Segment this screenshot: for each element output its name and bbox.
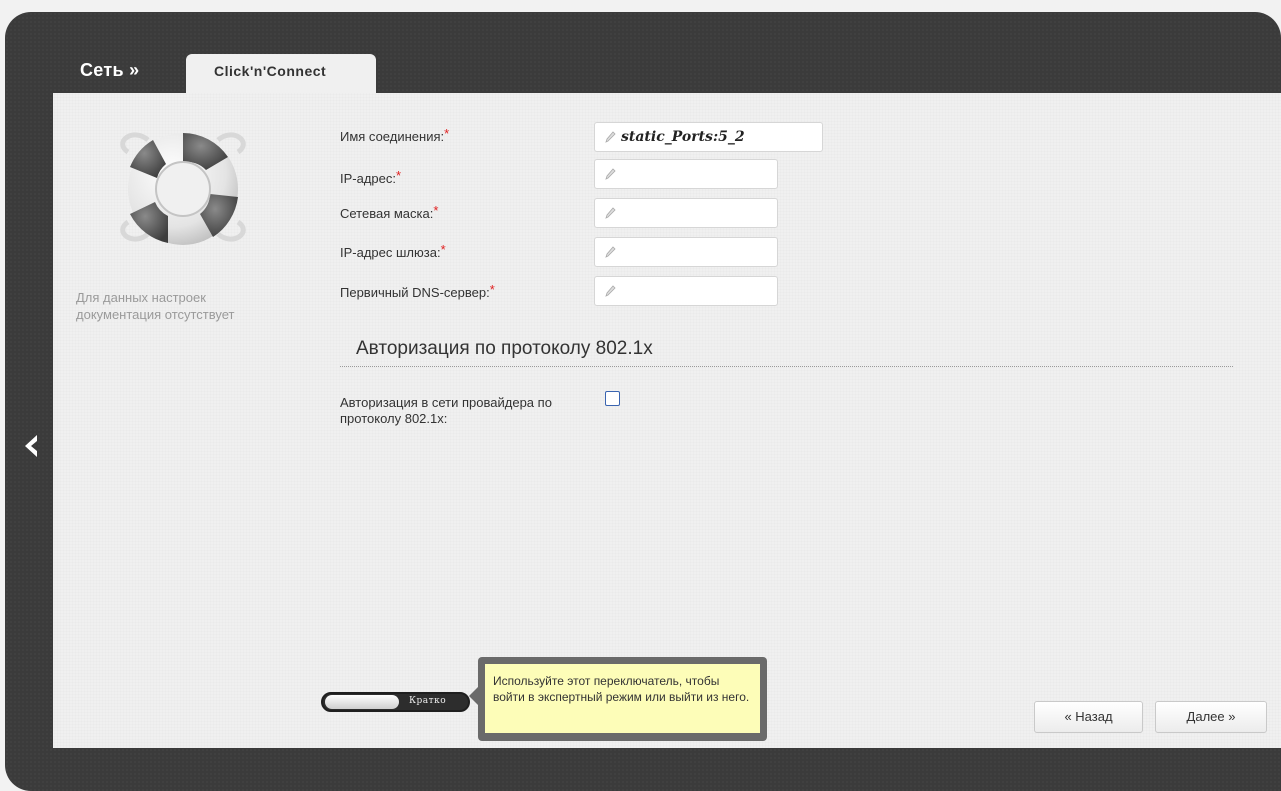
tab-label: Click'n'Connect: [214, 63, 327, 79]
pencil-icon: [605, 168, 616, 180]
dns-label: Первичный DNS-сервер:*: [340, 282, 495, 300]
required-mark: *: [396, 168, 402, 183]
auth-8021x-checkbox[interactable]: [605, 391, 620, 406]
help-text: Для данных настроек документация отсутст…: [76, 290, 235, 322]
dns-field[interactable]: [594, 276, 778, 306]
required-mark: *: [489, 282, 495, 297]
lifebuoy-icon: [120, 132, 246, 245]
toggle-knob: [325, 695, 399, 709]
expert-mode-toggle[interactable]: Кратко: [321, 692, 470, 712]
gateway-field[interactable]: [594, 237, 778, 267]
ip-label: IP-адрес:*: [340, 168, 401, 186]
tooltip-text: Используйте этот переключатель, чтобы во…: [485, 664, 760, 733]
ip-label-text: IP-адрес:: [340, 171, 396, 186]
auth-8021x-label: Авторизация в сети провайдера по протоко…: [340, 395, 552, 426]
netmask-label-text: Сетевая маска:: [340, 206, 434, 221]
gateway-label-text: IP-адрес шлюза:: [340, 245, 441, 260]
section-title-8021x: Авторизация по протоколу 802.1x: [356, 338, 653, 359]
required-mark: *: [440, 242, 446, 257]
next-button[interactable]: Далее »: [1155, 701, 1267, 733]
dns-label-text: Первичный DNS-сервер:: [340, 285, 490, 300]
connection-name-field[interactable]: static_Ports:5_2: [594, 122, 823, 152]
connection-name-value: static_Ports:5_2: [621, 129, 745, 145]
tab-clicknconnect[interactable]: Click'n'Connect: [186, 54, 376, 94]
chevron-left-icon[interactable]: [20, 432, 42, 460]
netmask-field[interactable]: [594, 198, 778, 228]
pencil-icon: [605, 207, 616, 219]
back-button[interactable]: « Назад: [1034, 701, 1143, 733]
ip-field[interactable]: [594, 159, 778, 189]
page-title: Сеть »: [80, 60, 140, 80]
pencil-icon: [605, 285, 616, 297]
expert-mode-tooltip: Используйте этот переключатель, чтобы во…: [469, 657, 767, 741]
tooltip-pointer: [469, 687, 478, 705]
netmask-label: Сетевая маска:*: [340, 203, 438, 221]
connection-name-label: Имя соединения:*: [340, 126, 449, 144]
required-mark: *: [444, 126, 450, 141]
toggle-label: Кратко: [409, 696, 447, 706]
pencil-icon: [605, 131, 616, 143]
pencil-icon: [605, 246, 616, 258]
gateway-label: IP-адрес шлюза:*: [340, 242, 446, 260]
required-mark: *: [433, 203, 439, 218]
connection-name-label-text: Имя соединения:: [340, 129, 445, 144]
section-divider: [340, 366, 1233, 367]
